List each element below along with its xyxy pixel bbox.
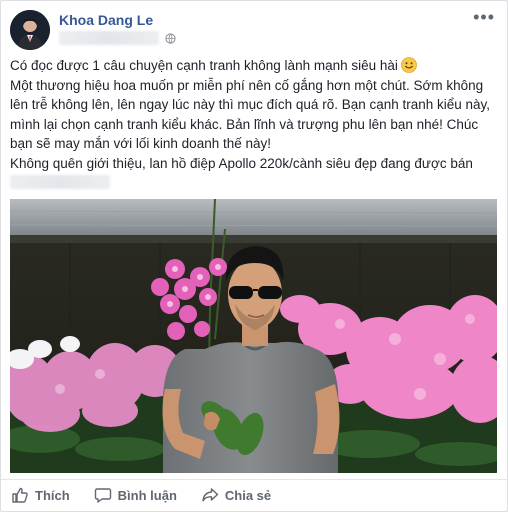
share-icon	[202, 488, 219, 502]
share-label: Chia sẻ	[224, 487, 272, 503]
globe-icon	[165, 32, 176, 44]
post-paragraph-2: Một thương hiệu hoa muốn pr miễn phí nên…	[10, 77, 491, 152]
timestamp-redacted	[59, 31, 159, 45]
post-text: Có đọc được 1 câu chuyện cạnh tranh khôn…	[10, 56, 500, 189]
redacted-text	[10, 175, 110, 189]
comment-label: Bình luận	[117, 487, 177, 503]
like-icon	[12, 487, 28, 503]
author-avatar[interactable]	[10, 10, 50, 50]
post-actions: Thích Bình luận Chia sẻ	[1, 479, 507, 510]
comment-icon	[94, 488, 111, 503]
feed-post: Khoa Dang Le ••• Có đọc được 1 câu chuyệ…	[0, 0, 508, 512]
like-label: Thích	[35, 487, 70, 503]
author-name[interactable]: Khoa Dang Le	[59, 12, 153, 28]
post-photo[interactable]	[10, 199, 497, 473]
more-options-icon[interactable]: •••	[473, 7, 495, 28]
smiley-icon	[400, 57, 417, 73]
like-button[interactable]: Thích	[11, 486, 70, 504]
post-paragraph-1: Có đọc được 1 câu chuyện cạnh tranh khôn…	[10, 56, 500, 76]
share-button[interactable]: Chia sẻ	[201, 486, 271, 504]
post-paragraph-3: Không quên giới thiệu, lan hồ điệp Apoll…	[10, 155, 473, 171]
comment-button[interactable]: Bình luận	[94, 486, 177, 504]
post-meta	[59, 30, 176, 46]
